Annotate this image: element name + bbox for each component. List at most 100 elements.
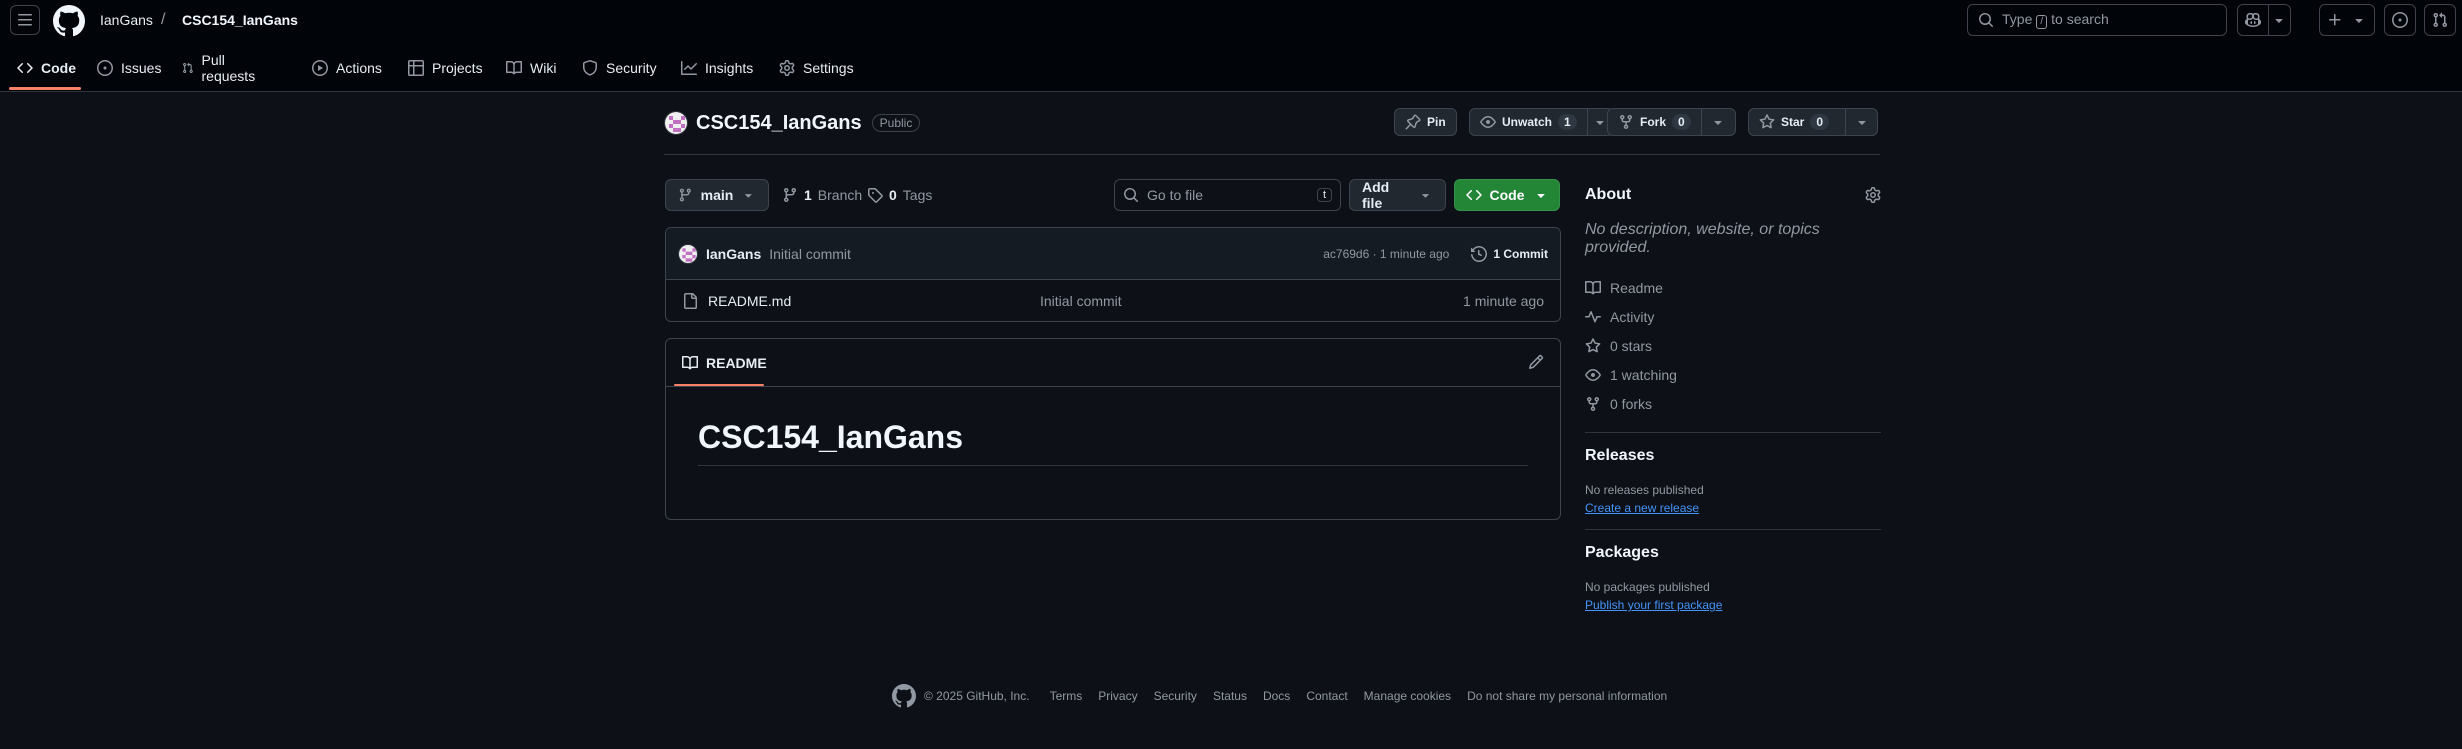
code-button-label: Code [1489,187,1525,203]
footer-link-contact[interactable]: Contact [1306,689,1347,703]
github-logo-icon[interactable] [53,5,85,37]
stars-link[interactable]: 0 stars [1585,331,1881,360]
readme-link[interactable]: Readme [1585,273,1881,302]
context-repo-link[interactable]: CSC154_IanGans [182,0,298,40]
file-commit-message[interactable]: Initial commit [1040,293,1122,309]
commit-message[interactable]: Initial commit [769,246,851,262]
fork-button[interactable]: Fork 0 [1607,108,1736,136]
table-icon [408,60,424,76]
footer-link-docs[interactable]: Docs [1263,689,1290,703]
tab-settings[interactable]: Settings [771,46,862,90]
your-pull-requests-button[interactable] [2424,4,2456,36]
title-divider [664,154,1880,155]
file-commit-time: 1 minute ago [1463,293,1544,309]
search-input[interactable]: Type / to search [1967,4,2227,36]
branch-select-button[interactable]: main [665,179,769,211]
github-mark-icon[interactable] [892,684,916,708]
create-new-button[interactable] [2319,4,2375,36]
publish-package-link[interactable]: Publish your first package [1585,598,1881,612]
commit-meta[interactable]: ac769d6 · 1 minute ago [1323,247,1449,261]
go-to-file-input[interactable]: Go to file t [1114,179,1341,211]
branches-link[interactable]: 1 Branch [782,179,862,211]
about-title: About [1585,186,1632,203]
triangle-down-icon [2355,19,2363,23]
about-description: No description, website, or topics provi… [1585,221,1820,256]
latest-commit-row: IanGans Initial commit ac769d6 · 1 minut… [666,228,1560,280]
go-to-file-placeholder: Go to file [1147,187,1204,203]
tab-projects[interactable]: Projects [400,46,491,90]
activity-link-label: Activity [1610,308,1655,325]
footer-copyright: © 2025 GitHub, Inc. [924,689,1030,703]
footer-link-terms[interactable]: Terms [1050,689,1083,703]
branch-name: main [700,187,734,203]
star-list-dropdown-button[interactable] [1845,109,1877,135]
table-row[interactable]: README.md Initial commit 1 minute ago [666,280,1560,321]
forks-link[interactable]: 0 forks [1585,389,1881,418]
tab-wiki[interactable]: Wiki [498,46,564,90]
eye-icon [1585,368,1601,381]
pencil-icon [1528,354,1544,370]
add-file-button[interactable]: Add file [1349,179,1446,211]
tab-issues[interactable]: Issues [89,46,169,90]
about-list: Readme Activity 0 stars 1 watching 0 for… [1585,273,1881,418]
code-button[interactable]: Code [1454,179,1560,211]
avatar[interactable] [664,111,688,135]
fork-dropdown-button[interactable] [1700,109,1735,135]
repo-name[interactable]: CSC154_IanGans [696,112,862,135]
file-icon [684,293,697,309]
tab-settings-label: Settings [803,60,854,76]
tags-link[interactable]: 0 Tags [867,179,932,211]
commit-author-avatar[interactable] [678,243,698,264]
watch-counter: 1 [1558,114,1577,130]
branch-count: 1 [804,187,812,203]
triangle-down-icon [1857,121,1866,125]
tab-pull-requests[interactable]: Pull requests [174,46,268,90]
tab-code[interactable]: Code [9,46,84,90]
create-release-link[interactable]: Create a new release [1585,501,1881,515]
context-separator: / [161,11,166,28]
footer-link-security[interactable]: Security [1154,689,1197,703]
tab-wiki-label: Wiki [530,60,557,76]
copilot-dropdown-button[interactable] [2269,5,2290,35]
tab-insights[interactable]: Insights [673,46,761,90]
history-icon [1471,245,1488,262]
readme-tab-label: README [706,355,767,371]
packages-title[interactable]: Packages [1585,544,1881,562]
context-owner-link[interactable]: IanGans [100,0,153,40]
plus-icon [2329,14,2341,26]
footer-link-status[interactable]: Status [1213,689,1247,703]
commit-history-link[interactable]: 1 Commit [1471,245,1548,262]
footer-link-privacy[interactable]: Privacy [1098,689,1137,703]
activity-link[interactable]: Activity [1585,302,1881,331]
tab-issues-label: Issues [121,60,162,76]
readme-tab[interactable]: README [674,339,775,387]
gear-icon [779,60,795,76]
triangle-down-icon [1714,121,1722,125]
your-issues-button[interactable] [2384,4,2416,36]
tab-security[interactable]: Security [574,46,665,90]
forks-link-label: 0 forks [1610,395,1653,412]
star-button[interactable]: Star 0 [1748,108,1879,136]
sidebar-divider [1585,529,1881,530]
gear-icon[interactable] [1865,187,1881,203]
book-icon [1585,280,1601,294]
repo-title: CSC154_IanGans Public [664,108,921,138]
edit-readme-button[interactable] [1528,354,1544,370]
commit-count: 1 Commit [1493,246,1548,261]
watchers-link[interactable]: 1 watching [1585,360,1881,389]
footer-link-do-not-share[interactable]: Do not share my personal information [1467,689,1667,703]
file-name[interactable]: README.md [708,293,791,309]
pin-button[interactable]: Pin [1394,108,1457,136]
releases-title[interactable]: Releases [1585,447,1881,465]
readme-heading: CSC154_IanGans [698,419,1528,466]
menu-button[interactable] [10,5,40,35]
unwatch-button[interactable]: Unwatch 1 [1469,108,1614,136]
search-suffix: to search [2051,11,2109,27]
copilot-button[interactable] [2238,5,2269,35]
shield-icon [583,60,597,76]
footer-link-manage-cookies[interactable]: Manage cookies [1364,689,1451,703]
add-file-label: Add file [1362,179,1390,211]
tab-actions[interactable]: Actions [304,46,390,90]
commit-author[interactable]: IanGans [706,246,761,262]
star-counter: 0 [1810,114,1830,130]
